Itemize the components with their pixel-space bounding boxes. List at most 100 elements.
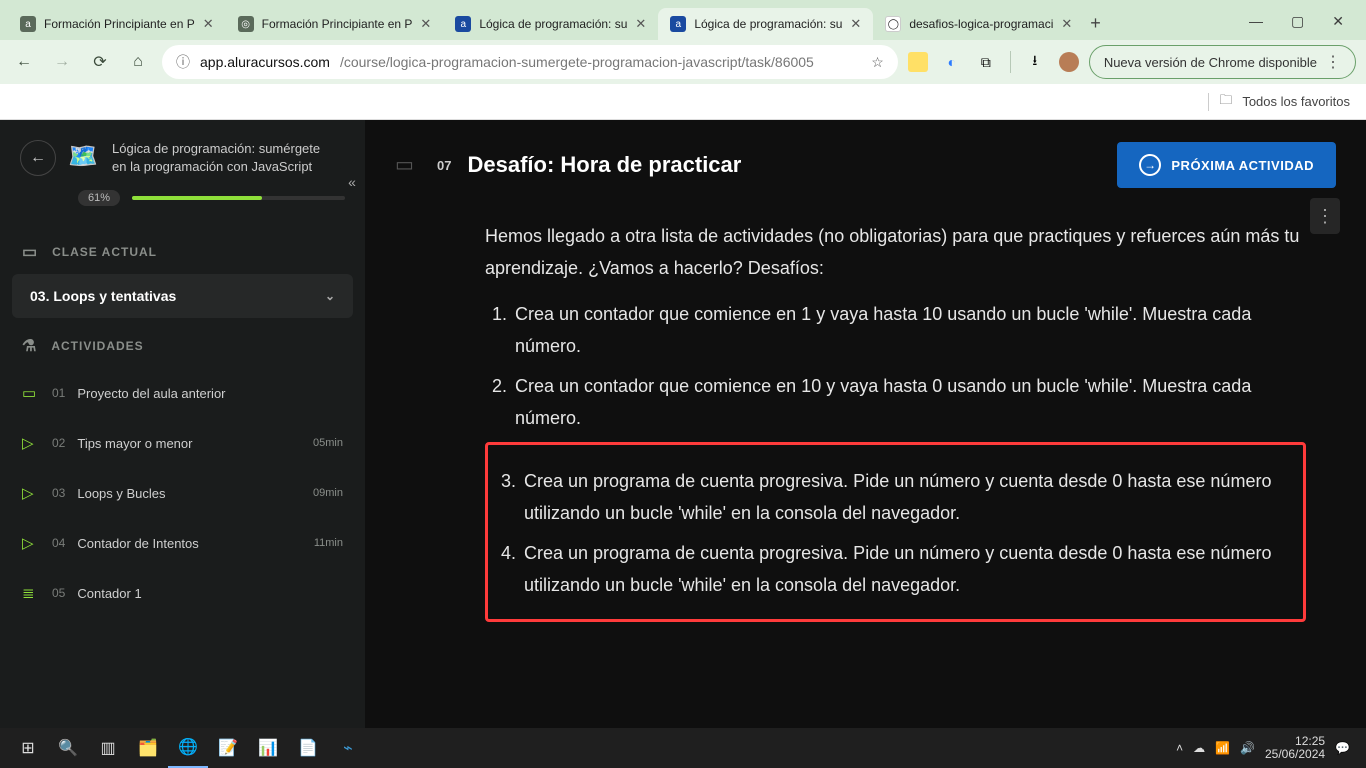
windows-taskbar: ⊞ 🔍 ▥ 🗂️ 🌐 📝 📊 📄 ⌁ ˄ ☁ 📶 🔊 12:25 25/06/2… bbox=[0, 728, 1366, 768]
lesson-kebab-menu[interactable]: ⋮ bbox=[1310, 198, 1340, 234]
tab-0[interactable]: a Formación Principiante en P ✕ bbox=[8, 8, 226, 40]
tab-4[interactable]: ◯ desafios-logica-programaci ✕ bbox=[873, 8, 1084, 40]
extension-icon[interactable]: ◐ bbox=[942, 52, 962, 72]
activity-duration: 09min bbox=[313, 487, 343, 499]
chevron-down-icon: ⌄ bbox=[325, 289, 335, 303]
lesson-main: ▭ 07 Desafío: Hora de practicar → PRÓXIM… bbox=[365, 120, 1366, 736]
challenge-text: Crea un programa de cuenta progresiva. P… bbox=[524, 537, 1293, 601]
wifi-icon[interactable]: 📶 bbox=[1215, 741, 1230, 755]
clock-date: 25/06/2024 bbox=[1265, 748, 1325, 761]
collapse-sidebar-button[interactable]: « bbox=[338, 168, 366, 196]
close-icon[interactable]: ✕ bbox=[1061, 16, 1072, 32]
extensions-puzzle-icon[interactable]: ⧉ bbox=[976, 52, 996, 72]
lesson-content: Hemos llegado a otra lista de actividade… bbox=[365, 210, 1366, 652]
taskbar-clock[interactable]: 12:25 25/06/2024 bbox=[1265, 735, 1325, 761]
window-close-icon[interactable]: ✕ bbox=[1332, 13, 1344, 30]
start-button[interactable]: ⊞ bbox=[8, 728, 48, 768]
url-host: app.aluracursos.com bbox=[200, 54, 330, 70]
current-class-row[interactable]: 03. Loops y tentativas ⌄ bbox=[12, 274, 353, 318]
challenge-text: Crea un contador que comience en 10 y va… bbox=[515, 370, 1306, 434]
book-open-icon: ▭ bbox=[22, 242, 38, 262]
close-icon[interactable]: ✕ bbox=[203, 16, 214, 32]
extension-icons: ◐ ⧉ ⭳ bbox=[908, 51, 1079, 73]
new-tab-button[interactable]: + bbox=[1084, 13, 1111, 40]
volume-icon[interactable]: 🔊 bbox=[1240, 741, 1255, 755]
activity-duration: 11min bbox=[314, 537, 343, 549]
progress-row: 61% bbox=[0, 186, 365, 224]
activity-item[interactable]: ▷ 02 Tips mayor o menor 05min bbox=[0, 418, 365, 468]
tab-3-active[interactable]: a Lógica de programación: su ✕ bbox=[658, 8, 873, 40]
chrome-icon[interactable]: 🌐 bbox=[168, 728, 208, 768]
tab-label: desafios-logica-programaci bbox=[909, 17, 1053, 31]
minimize-icon[interactable]: — bbox=[1249, 13, 1263, 30]
notifications-icon[interactable]: 💬 bbox=[1335, 741, 1350, 755]
window-controls: — ▢ ✕ bbox=[1249, 13, 1358, 40]
kebab-icon[interactable]: ⋮ bbox=[1325, 52, 1341, 72]
tab-label: Formación Principiante en P bbox=[262, 17, 413, 31]
tab-favicon: ◯ bbox=[885, 16, 901, 32]
section-label-activities: ⚗ ACTIVIDADES bbox=[0, 318, 365, 368]
close-icon[interactable]: ✕ bbox=[420, 16, 431, 32]
play-icon: ▷ bbox=[22, 484, 40, 502]
lesson-number: 07 bbox=[437, 158, 451, 173]
list-icon: ≣ bbox=[22, 584, 40, 602]
activity-num: 03 bbox=[52, 486, 65, 500]
tab-label: Lógica de programación: su bbox=[694, 17, 842, 31]
activity-num: 01 bbox=[52, 386, 65, 400]
challenge-item: 4.Crea un programa de cuenta progresiva.… bbox=[494, 537, 1293, 601]
search-icon[interactable]: 🔍 bbox=[48, 728, 88, 768]
next-activity-button[interactable]: → PRÓXIMA ACTIVIDAD bbox=[1117, 142, 1336, 188]
maximize-icon[interactable]: ▢ bbox=[1291, 13, 1304, 30]
activity-num: 05 bbox=[52, 586, 65, 600]
profile-avatar[interactable] bbox=[1059, 52, 1079, 72]
highlight-box: 3.Crea un programa de cuenta progresiva.… bbox=[485, 442, 1306, 622]
system-tray: ˄ ☁ 📶 🔊 12:25 25/06/2024 💬 bbox=[1176, 735, 1358, 761]
bookmark-star-icon[interactable]: ☆ bbox=[871, 54, 884, 71]
challenge-text: Crea un programa de cuenta progresiva. P… bbox=[524, 465, 1293, 529]
course-sidebar: « ← 🗺️ Lógica de programación: sumérgete… bbox=[0, 120, 365, 736]
play-icon: ▷ bbox=[22, 534, 40, 552]
file-explorer-icon[interactable]: 🗂️ bbox=[128, 728, 168, 768]
activity-num: 02 bbox=[52, 436, 65, 450]
current-class-label: 03. Loops y tentativas bbox=[30, 288, 176, 304]
activity-item[interactable]: ▷ 03 Loops y Bucles 09min bbox=[0, 468, 365, 518]
tab-favicon: a bbox=[670, 16, 686, 32]
chrome-update-chip[interactable]: Nueva versión de Chrome disponible ⋮ bbox=[1089, 45, 1356, 79]
lesson-header: ▭ 07 Desafío: Hora de practicar → PRÓXIM… bbox=[365, 120, 1366, 210]
activity-num: 04 bbox=[52, 536, 65, 550]
folder-icon: 🗀 bbox=[1219, 91, 1232, 113]
tab-favicon: a bbox=[455, 16, 471, 32]
app-icon[interactable]: 📊 bbox=[248, 728, 288, 768]
activity-item[interactable]: ▷ 04 Contador de Intentos 11min bbox=[0, 518, 365, 568]
back-button[interactable]: ← bbox=[10, 48, 38, 76]
site-info-icon[interactable]: ⓘ bbox=[176, 52, 190, 72]
activity-title: Tips mayor o menor bbox=[77, 436, 192, 451]
lesson-title: Desafío: Hora de practicar bbox=[467, 152, 741, 178]
url-path: /course/logica-programacion-sumergete-pr… bbox=[340, 54, 814, 70]
forward-button[interactable]: → bbox=[48, 48, 76, 76]
progress-pct: 61% bbox=[78, 190, 120, 206]
reload-button[interactable]: ⟳ bbox=[86, 48, 114, 76]
activity-item[interactable]: ≣ 05 Contador 1 bbox=[0, 568, 365, 618]
close-icon[interactable]: ✕ bbox=[635, 16, 646, 32]
app-icon[interactable]: 📄 bbox=[288, 728, 328, 768]
challenge-item: 3.Crea un programa de cuenta progresiva.… bbox=[494, 465, 1293, 529]
tab-1[interactable]: ◎ Formación Principiante en P ✕ bbox=[226, 8, 444, 40]
progress-bar bbox=[132, 196, 345, 200]
onedrive-icon[interactable]: ☁ bbox=[1193, 741, 1205, 755]
home-button[interactable]: ⌂ bbox=[124, 48, 152, 76]
activity-item[interactable]: ▭ 01 Proyecto del aula anterior bbox=[0, 368, 365, 418]
download-icon[interactable]: ⭳ bbox=[1025, 52, 1045, 72]
browser-toolbar: ← → ⟳ ⌂ ⓘ app.aluracursos.com/course/log… bbox=[0, 40, 1366, 84]
back-circle-button[interactable]: ← bbox=[20, 140, 56, 176]
close-icon[interactable]: ✕ bbox=[850, 16, 861, 32]
tray-chevron-icon[interactable]: ˄ bbox=[1176, 741, 1183, 755]
tab-2[interactable]: a Lógica de programación: su ✕ bbox=[443, 8, 658, 40]
play-icon: ▷ bbox=[22, 434, 40, 452]
extension-icon[interactable] bbox=[908, 52, 928, 72]
task-view-icon[interactable]: ▥ bbox=[88, 728, 128, 768]
bookmarks-all-folder[interactable]: Todos los favoritos bbox=[1242, 94, 1350, 109]
address-bar[interactable]: ⓘ app.aluracursos.com/course/logica-prog… bbox=[162, 45, 898, 79]
app-icon[interactable]: 📝 bbox=[208, 728, 248, 768]
vscode-icon[interactable]: ⌁ bbox=[328, 728, 368, 768]
